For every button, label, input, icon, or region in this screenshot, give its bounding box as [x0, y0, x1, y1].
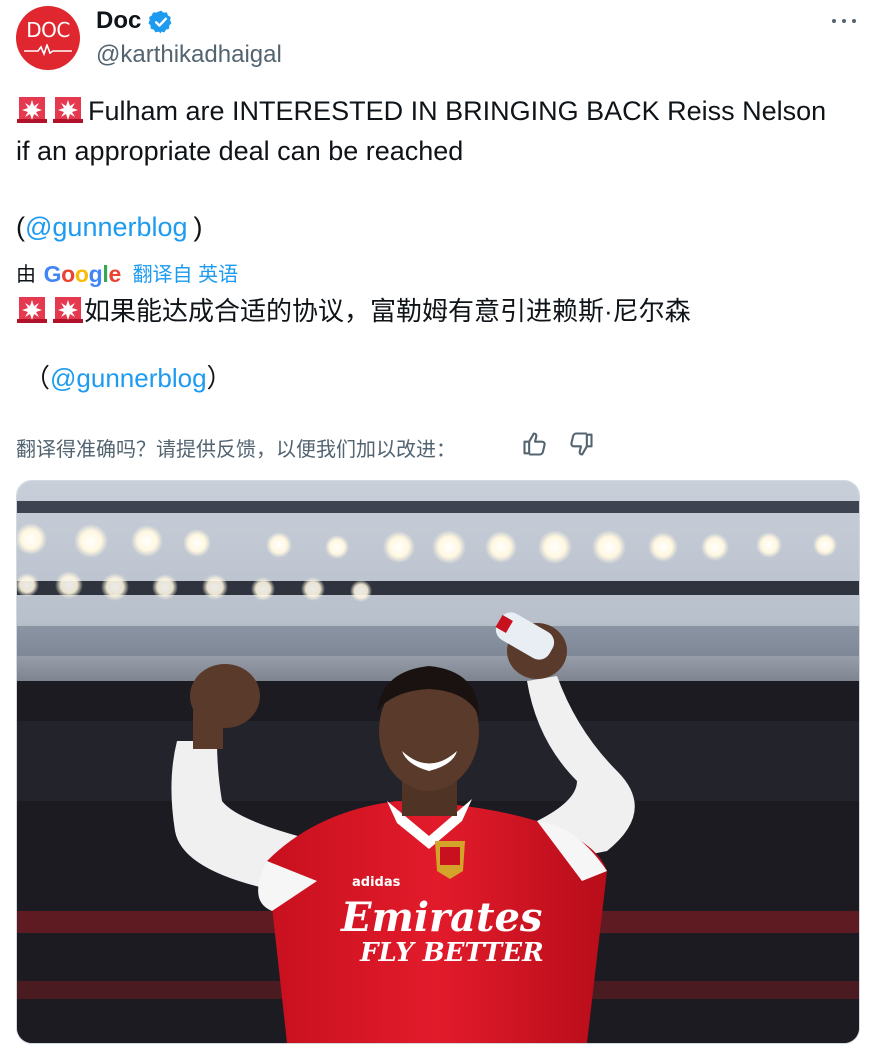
rotating-light-emoji-icon	[17, 297, 47, 323]
rotating-light-emoji-icon	[17, 97, 47, 123]
svg-text:adidas: adidas	[352, 875, 401, 890]
translated-from-link[interactable]: 翻译自 英语	[133, 264, 239, 286]
translated-mention-link[interactable]: @gunnerblog	[50, 363, 207, 393]
tweet-text: Fulham are INTERESTED IN BRINGING BACK R…	[88, 96, 827, 126]
rotating-light-emoji-icon	[53, 97, 83, 123]
rotating-light-emoji-icon	[53, 297, 83, 323]
heartbeat-icon	[24, 44, 72, 56]
avatar[interactable]: DOC	[16, 6, 80, 70]
display-name[interactable]: Doc	[96, 7, 141, 35]
tweet-text-line-2: if an appropriate deal can be reached	[16, 136, 464, 166]
translated-text: 如果能达成合适的协议，富勒姆有意引进赖斯·尼尔森	[84, 296, 691, 326]
jersey-sponsor-text: Emirates	[340, 894, 542, 941]
verified-badge-icon	[148, 10, 172, 34]
tweet-text-line-1: Fulham are INTERESTED IN BRINGING BACK R…	[16, 94, 826, 127]
jersey-sponsor-tagline: FLY BETTER	[359, 938, 544, 968]
author-handle[interactable]: @karthikadhaigal	[96, 41, 282, 69]
more-options-icon[interactable]	[830, 13, 858, 29]
tweet-media-image[interactable]: adidas Emirates FLY BETTER	[16, 480, 860, 1044]
translation-attribution: 由 Google 翻译自 英语	[16, 261, 239, 287]
tweet-mention-line: (@gunnerblog)	[16, 212, 203, 242]
translated-mention-line: （@gunnerblog）	[24, 363, 233, 393]
player-photo: adidas Emirates FLY BETTER	[17, 481, 859, 1043]
translated-text-line-1: 如果能达成合适的协议，富勒姆有意引进赖斯·尼尔森	[16, 291, 691, 328]
thumbs-down-icon[interactable]	[567, 430, 595, 458]
google-logo: Google	[43, 261, 122, 287]
avatar-text: DOC	[26, 18, 70, 42]
mention-link[interactable]: @gunnerblog	[25, 212, 188, 242]
thumbs-up-icon[interactable]	[521, 430, 549, 458]
translation-feedback-prompt: 翻译得准确吗？请提供反馈，以便我们加以改进：	[16, 439, 456, 461]
